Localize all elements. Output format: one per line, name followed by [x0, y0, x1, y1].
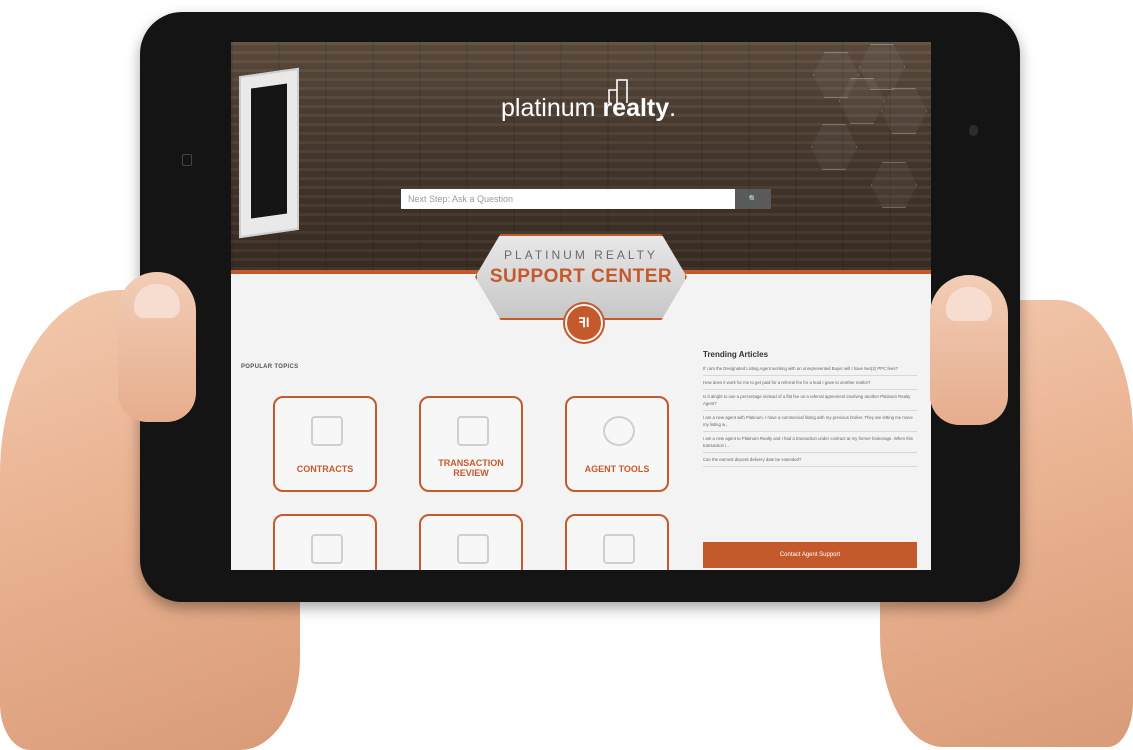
badge-main-text: SUPPORT CENTER	[489, 266, 673, 287]
topic-tile-label: TRANSACTION REVIEW	[438, 458, 504, 478]
topic-tile-transaction-review[interactable]: TRANSACTION REVIEW	[419, 396, 523, 492]
search-button[interactable]: 🔍	[735, 189, 771, 209]
thumbnail-left	[134, 284, 180, 318]
building-icon	[311, 534, 343, 564]
door-image	[239, 67, 299, 239]
hex-decoration-icon	[811, 124, 857, 170]
clipboard-check-icon	[457, 416, 489, 446]
house-icon	[457, 534, 489, 564]
hex-decoration-icon	[881, 88, 927, 134]
badge-top-text: PLATINUM REALTY	[504, 248, 658, 262]
logo-text-bold: realty	[602, 94, 670, 122]
popular-topics-heading: POPULAR TOPICS	[241, 364, 299, 370]
badge-logo-circle-icon: ꟻl	[565, 304, 603, 342]
hex-decoration-icon	[871, 162, 917, 208]
gear-wrench-icon	[603, 416, 635, 446]
logo-dot: .	[669, 94, 677, 122]
article-link[interactable]: Is it alright to use a percentage instea…	[703, 390, 917, 411]
topic-tile-contracts[interactable]: CONTRACTS	[273, 396, 377, 492]
search-icon: 🔍	[748, 196, 758, 203]
topic-tile-agent-tools[interactable]: AGENT TOOLS	[565, 396, 669, 492]
tablet-screen: platinum realty. Next Step: Ask a Questi…	[231, 42, 931, 570]
document-icon	[603, 534, 635, 564]
trending-articles: Trending Articles If I am the Designated…	[703, 350, 917, 467]
left-thumb	[118, 272, 196, 422]
trending-title: Trending Articles	[703, 350, 769, 359]
thumbnail-right	[946, 287, 992, 321]
logo-text-light: platinum	[501, 94, 596, 122]
topic-tile-5[interactable]	[419, 514, 523, 570]
topic-tile-label: CONTRACTS	[296, 464, 354, 474]
article-link[interactable]: If I am the Designated Listing Agent wor…	[703, 362, 917, 376]
topic-tile-4[interactable]	[273, 514, 377, 570]
brand-logo[interactable]: platinum realty.	[501, 94, 676, 123]
camera-icon	[969, 125, 978, 136]
right-thumb	[930, 275, 1008, 425]
contract-icon	[311, 416, 343, 446]
topic-tile-label: AGENT TOOLS	[584, 464, 650, 474]
contact-agent-support-button[interactable]: Contact Agent Support	[703, 542, 917, 568]
tablet-device: platinum realty. Next Step: Ask a Questi…	[140, 12, 1020, 602]
article-link[interactable]: How does it work for me to get paid for …	[703, 376, 917, 390]
article-link[interactable]: Can the earnest deposit delivery date be…	[703, 453, 917, 467]
tablet-side-icon	[182, 154, 192, 166]
article-link[interactable]: I am a new agent with Platinum. I have a…	[703, 411, 917, 432]
topic-tile-6[interactable]	[565, 514, 669, 570]
search-input[interactable]: Next Step: Ask a Question	[401, 189, 767, 209]
article-link[interactable]: I am a new agent to Platinum Realty and …	[703, 432, 917, 453]
